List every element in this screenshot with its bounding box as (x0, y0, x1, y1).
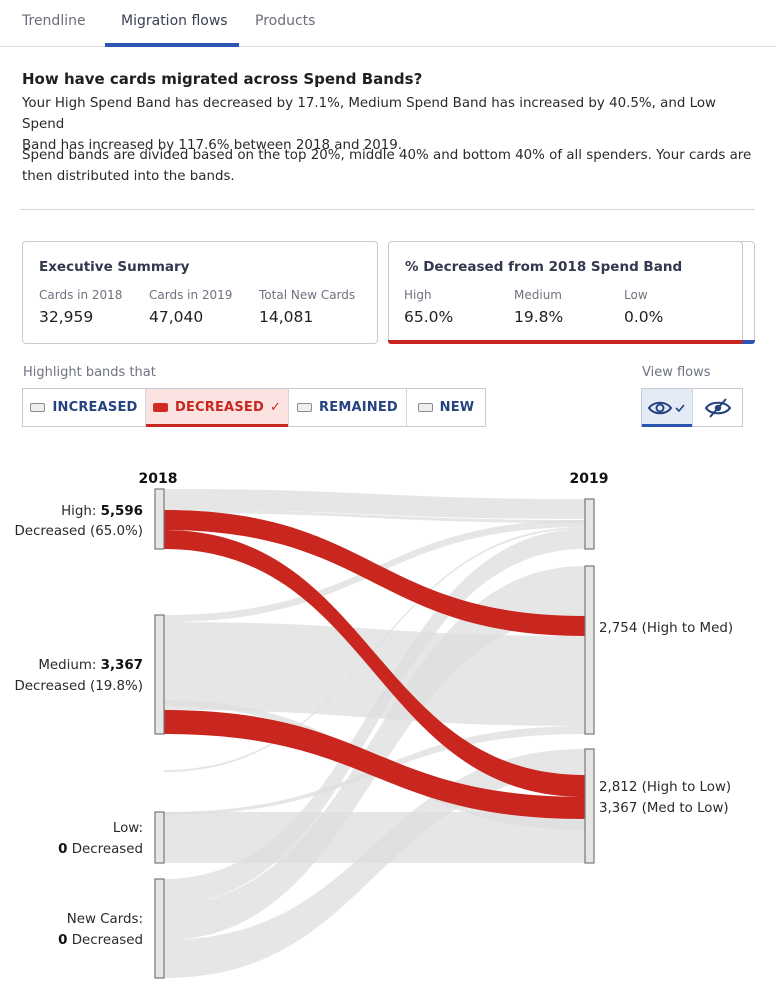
button-label: REMAINED (319, 400, 398, 415)
column-label-2019: 2019 (570, 471, 609, 487)
column-label-2018: 2018 (139, 471, 178, 487)
card-accent-bar (388, 340, 743, 344)
node-label-low_2018: Low: (113, 821, 143, 836)
button-label: NEW (439, 400, 475, 415)
highlight-increased-button[interactable]: INCREASED (23, 389, 146, 426)
summary-line-1: Your High Spend Band has decreased by 17… (22, 96, 716, 132)
bands-line-2: then distributed into the bands. (22, 169, 235, 184)
node-sublabel-high_2018: Decreased (65.0%) (14, 524, 143, 539)
eye-icon (647, 401, 685, 414)
card-title: Executive Summary (39, 259, 190, 275)
highlight-label: Highlight bands that (23, 365, 156, 380)
card-title: % Decreased from 2018 Spend Band (405, 259, 683, 275)
node-new_2018[interactable] (154, 878, 165, 979)
stat-label: Low (624, 288, 648, 302)
highlight-decreased-button[interactable]: DECREASED ✓ (146, 389, 289, 427)
highlight-remained-button[interactable]: REMAINED (289, 389, 407, 426)
tab-migration-flows[interactable]: Migration flows (121, 13, 228, 29)
highlight-new-button[interactable]: NEW (407, 389, 485, 426)
divider (20, 209, 755, 210)
tab-products[interactable]: Products (255, 13, 315, 29)
executive-summary-card[interactable]: Executive Summary Cards in 2018 32,959 C… (22, 241, 378, 344)
node-sublabel-low_2018: 0 Decreased (58, 842, 143, 857)
stat-value: 19.8% (514, 308, 564, 326)
decreased-percent-card[interactable]: % Decreased from 2018 Spend Band High 65… (388, 241, 743, 344)
checkbox-swatch-icon (30, 403, 46, 412)
node-label-new_2018: New Cards: (67, 912, 143, 927)
highlight-segmented-control: INCREASED DECREASED ✓ REMAINED NEW (22, 388, 486, 427)
page-heading: How have cards migrated across Spend Ban… (22, 70, 423, 88)
node-high_2018[interactable] (154, 488, 165, 550)
flow-label: 3,367 (Med to Low) (599, 801, 729, 816)
node-sublabel-med_2018: Decreased (19.8%) (14, 679, 143, 694)
hide-flows-button[interactable] (692, 389, 742, 426)
checkmark-icon: ✓ (269, 400, 282, 415)
view-flows-label: View flows (642, 365, 711, 380)
stat-value: 65.0% (404, 308, 454, 326)
node-high_2019[interactable] (584, 498, 595, 550)
stat-label: High (404, 288, 432, 302)
tab-bar: Trendline Migration flows Products (0, 0, 776, 47)
button-label: DECREASED (174, 400, 264, 415)
stat-value: 47,040 (149, 308, 204, 326)
stat-label: Medium (514, 288, 562, 302)
node-low_2018[interactable] (154, 811, 165, 864)
stat-value: 32,959 (39, 308, 94, 326)
node-label-high_2018: High: 5,596 (61, 504, 143, 519)
tab-trendline[interactable]: Trendline (22, 13, 86, 29)
flow-label: 2,812 (High to Low) (599, 780, 731, 795)
node-sublabel-new_2018: 0 Decreased (58, 933, 143, 948)
checkbox-swatch-icon (152, 403, 168, 412)
node-low_2019[interactable] (584, 748, 595, 864)
stat-value: 14,081 (259, 308, 314, 326)
bands-line-1: Spend bands are divided based on the top… (22, 148, 752, 163)
checkbox-swatch-icon (297, 403, 313, 412)
stat-label: Total New Cards (259, 288, 356, 302)
button-label: INCREASED (52, 400, 138, 415)
stat-value: 0.0% (624, 308, 664, 326)
stat-label: Cards in 2018 (39, 288, 123, 302)
bands-explanation: Spend bands are divided based on the top… (22, 145, 752, 187)
active-tab-indicator (105, 43, 239, 47)
flow-label: 2,754 (High to Med) (599, 621, 733, 636)
checkbox-swatch-icon (417, 403, 433, 412)
migration-sankey-chart: 2018 2019 High: 5,596 Decreased (65.0%) Me… (14, 471, 733, 979)
node-med_2019[interactable] (584, 565, 595, 735)
node-med_2018[interactable] (154, 614, 165, 735)
node-label-med_2018: Medium: 3,367 (38, 658, 143, 673)
show-flows-button[interactable] (642, 389, 692, 427)
view-flows-toggle (641, 388, 743, 427)
stat-label: Cards in 2019 (149, 288, 233, 302)
eye-slash-icon (704, 397, 731, 418)
